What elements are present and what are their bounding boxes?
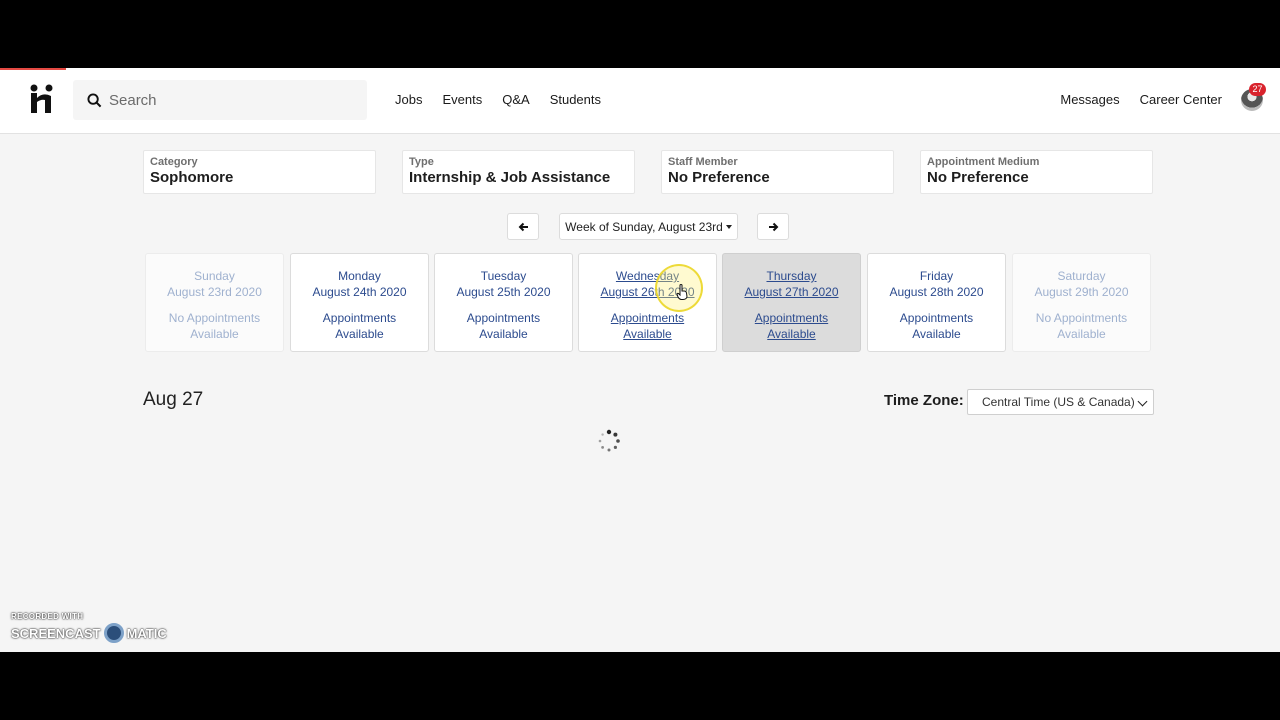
filter-value: No Preference xyxy=(927,169,1029,186)
day-card-sunday: Sunday August 23rd 2020 No Appointments … xyxy=(145,253,284,352)
week-dropdown-label: Week of Sunday, August 23rd xyxy=(565,219,723,234)
nav-events-link[interactable]: Events xyxy=(442,92,482,107)
day-availability-sub: Available xyxy=(912,327,961,341)
day-card-saturday: Saturday August 29th 2020 No Appointment… xyxy=(1012,253,1151,352)
day-weekday: Friday xyxy=(919,269,954,283)
day-availability-sub: Available xyxy=(479,327,528,341)
day-date: August 27th 2020 xyxy=(744,285,839,299)
appointment-medium-filter[interactable]: Appointment Medium No Preference xyxy=(920,150,1153,194)
top-navigation-bar: Search Jobs Events Q&A Students Messages… xyxy=(0,68,1280,134)
day-weekday: Tuesday xyxy=(480,269,527,283)
day-card-friday[interactable]: Friday August 28th 2020 Appointments Ava… xyxy=(867,253,1006,352)
search-icon xyxy=(87,92,102,107)
previous-week-button[interactable] xyxy=(507,213,539,240)
search-bar[interactable]: Search xyxy=(73,80,367,120)
day-availability: Appointments xyxy=(466,311,541,325)
timezone-label: Time Zone: xyxy=(884,392,964,409)
day-availability-sub: Available xyxy=(767,327,816,341)
day-date: August 25th 2020 xyxy=(456,285,551,299)
timezone-select[interactable]: Central Time (US & Canada) xyxy=(967,389,1154,415)
nav-messages-link[interactable]: Messages xyxy=(1060,92,1119,107)
day-availability: Appointments xyxy=(322,311,397,325)
search-input[interactable]: Search xyxy=(109,92,157,109)
nav-qa-link[interactable]: Q&A xyxy=(502,92,529,107)
day-weekday: Thursday xyxy=(766,269,817,283)
handshake-logo-icon[interactable] xyxy=(30,84,58,114)
day-date: August 23rd 2020 xyxy=(167,285,262,299)
category-filter[interactable]: Category Sophomore xyxy=(143,150,376,194)
primary-nav: Jobs Events Q&A Students xyxy=(395,92,601,107)
day-weekday: Sunday xyxy=(194,269,235,283)
nav-career-center-link[interactable]: Career Center xyxy=(1140,92,1222,107)
notification-badge: 27 xyxy=(1249,83,1266,96)
day-date: August 29th 2020 xyxy=(1034,285,1129,299)
day-weekday: Saturday xyxy=(1057,269,1106,283)
day-availability: Appointments xyxy=(754,311,829,325)
timezone-selected-value: Central Time (US & Canada) xyxy=(982,395,1135,409)
filter-value: Internship & Job Assistance xyxy=(409,169,611,186)
day-availability: Appointments xyxy=(610,311,685,325)
day-availability-sub: Available xyxy=(1057,327,1106,341)
filter-value: No Preference xyxy=(668,169,770,186)
watermark-logo: SCREENCAST MATIC xyxy=(11,623,167,643)
secondary-nav: Messages Career Center xyxy=(1060,92,1222,107)
nav-jobs-link[interactable]: Jobs xyxy=(395,92,422,107)
filter-label: Type xyxy=(409,156,434,168)
accent-bar xyxy=(0,68,66,70)
loading-spinner-icon xyxy=(598,429,620,452)
watermark-line1: RECORDED WITH xyxy=(11,612,84,621)
staff-member-filter[interactable]: Staff Member No Preference xyxy=(661,150,894,194)
app-viewport: Search Jobs Events Q&A Students Messages… xyxy=(0,68,1280,652)
week-dropdown[interactable]: Week of Sunday, August 23rd xyxy=(559,213,738,240)
day-weekday: Monday xyxy=(338,269,381,283)
arrow-right-icon xyxy=(768,222,778,231)
day-card-tuesday[interactable]: Tuesday August 25th 2020 Appointments Av… xyxy=(434,253,573,352)
screencast-watermark: RECORDED WITH SCREENCAST MATIC xyxy=(11,612,167,643)
type-filter[interactable]: Type Internship & Job Assistance xyxy=(402,150,635,194)
filter-value: Sophomore xyxy=(150,169,234,186)
selected-date-heading: Aug 27 xyxy=(143,389,204,410)
hand-cursor-icon xyxy=(676,284,688,300)
watermark-line2b: MATIC xyxy=(126,625,167,641)
day-date: August 24th 2020 xyxy=(312,285,407,299)
next-week-button[interactable] xyxy=(757,213,789,240)
nav-students-link[interactable]: Students xyxy=(550,92,601,107)
day-card-monday[interactable]: Monday August 24th 2020 Appointments Ava… xyxy=(290,253,429,352)
day-availability: Appointments xyxy=(899,311,974,325)
arrow-left-icon xyxy=(518,222,528,231)
day-availability: No Appointments xyxy=(168,311,261,325)
caret-down-icon xyxy=(725,224,732,229)
filter-label: Staff Member xyxy=(668,156,738,168)
filter-label: Category xyxy=(150,156,198,168)
screencast-logo-icon xyxy=(103,623,124,643)
day-availability: No Appointments xyxy=(1035,311,1128,325)
day-availability-sub: Available xyxy=(623,327,672,341)
watermark-line2a: SCREENCAST xyxy=(11,625,101,641)
day-availability-sub: Available xyxy=(335,327,384,341)
day-availability-sub: Available xyxy=(190,327,239,341)
filter-label: Appointment Medium xyxy=(927,156,1040,168)
day-card-thursday[interactable]: Thursday August 27th 2020 Appointments A… xyxy=(722,253,861,352)
chevron-down-icon xyxy=(1137,396,1148,407)
day-date: August 28th 2020 xyxy=(889,285,984,299)
